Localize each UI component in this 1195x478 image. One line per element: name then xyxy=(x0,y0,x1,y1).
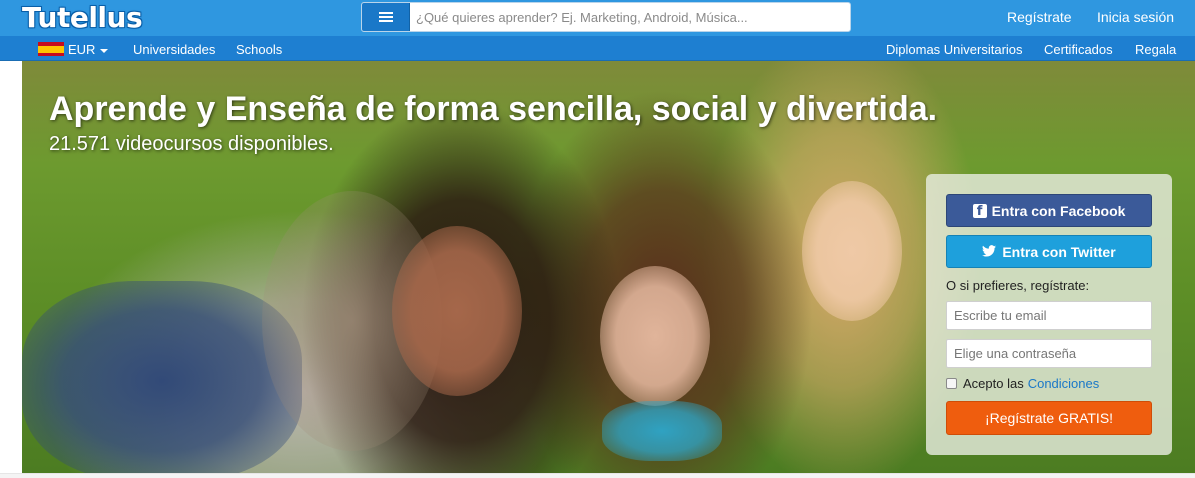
facebook-button-label: Entra con Facebook xyxy=(991,202,1126,219)
register-link[interactable]: Regístrate xyxy=(1007,9,1072,25)
tutellus-logo[interactable]: Tutellus xyxy=(22,1,143,34)
spain-flag-icon xyxy=(38,42,64,56)
currency-dropdown[interactable]: EUR xyxy=(68,42,109,57)
categories-menu-button[interactable] xyxy=(362,3,410,31)
hero-photo-shape xyxy=(392,226,522,396)
twitter-login-button[interactable]: Entra con Twitter xyxy=(946,235,1152,268)
email-field[interactable] xyxy=(946,301,1152,330)
search-bar xyxy=(361,2,851,32)
twitter-button-label: Entra con Twitter xyxy=(1002,243,1116,260)
hero-subtitle: 21.571 videocursos disponibles. xyxy=(49,133,334,155)
currency-label: EUR xyxy=(68,42,96,57)
caret-down-icon xyxy=(100,48,109,53)
nav-regala[interactable]: Regala xyxy=(1135,42,1176,57)
terms-label: Acepto las xyxy=(963,376,1024,391)
hero-banner: Aprende y Enseña de forma sencilla, soci… xyxy=(22,61,1195,473)
password-field[interactable] xyxy=(946,339,1152,368)
nav-universidades[interactable]: Universidades xyxy=(133,42,215,57)
nav-certificados[interactable]: Certificados xyxy=(1044,42,1113,57)
conditions-link[interactable]: Condiciones xyxy=(1028,376,1100,391)
or-register-label: O si prefieres, regístrate: xyxy=(946,278,1090,293)
secondary-nav: EUR Universidades Schools Diplomas Unive… xyxy=(0,36,1195,61)
facebook-login-button[interactable]: f Entra con Facebook xyxy=(946,194,1152,227)
top-header: Tutellus Regístrate Inicia sesión xyxy=(0,0,1195,36)
hero-photo-shape xyxy=(600,266,710,406)
twitter-bird-icon xyxy=(982,244,997,260)
hamburger-icon xyxy=(379,12,393,22)
hero-photo-shape xyxy=(22,281,302,473)
terms-checkbox[interactable] xyxy=(946,378,957,389)
nav-schools[interactable]: Schools xyxy=(236,42,282,57)
hero-title: Aprende y Enseña de forma sencilla, soci… xyxy=(49,90,938,128)
terms-row: Acepto las Condiciones xyxy=(946,376,1099,391)
register-free-button[interactable]: ¡Regístrate GRATIS! xyxy=(946,401,1152,435)
search-input[interactable] xyxy=(416,3,846,31)
hero-photo-shape xyxy=(602,401,722,461)
login-link[interactable]: Inicia sesión xyxy=(1097,9,1174,25)
signup-panel: f Entra con Facebook Entra con Twitter O… xyxy=(926,174,1172,455)
facebook-icon: f xyxy=(972,203,987,219)
hero-photo-shape xyxy=(802,181,902,321)
nav-diplomas[interactable]: Diplomas Universitarios xyxy=(886,42,1023,57)
page-bottom-divider xyxy=(0,473,1195,478)
